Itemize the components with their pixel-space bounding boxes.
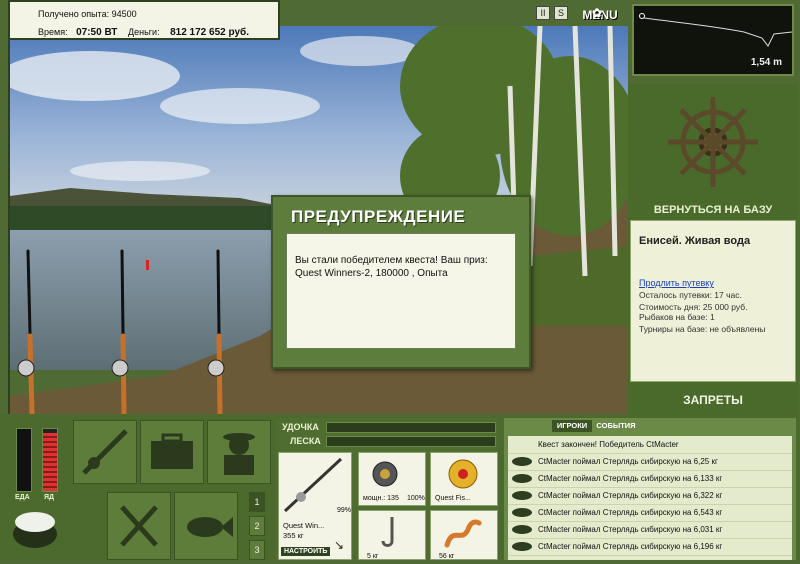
xp-label: Получено опыта: bbox=[38, 9, 110, 19]
reel-percent: 100% bbox=[407, 495, 425, 502]
catch-text: CtMacter поймал Стерлядь сибирскую на 6,… bbox=[538, 508, 723, 517]
food-pot-graphic bbox=[13, 512, 57, 548]
poison-meter bbox=[42, 428, 58, 492]
line-caption: Quest Fis... bbox=[435, 495, 471, 502]
rod-tension-label: УДОЧКА bbox=[282, 422, 319, 432]
tab-events[interactable]: СОБЫТИЯ bbox=[594, 420, 638, 432]
depth-value: 1,54 m bbox=[750, 57, 782, 68]
info-line: Рыбаков на базе: 1 bbox=[639, 312, 715, 322]
food-label: ЕДА bbox=[15, 494, 30, 501]
rod-name: Quest Win... bbox=[283, 521, 325, 530]
rods-button[interactable] bbox=[73, 420, 137, 484]
catch-text: CtMacter поймал Стерлядь сибирскую на 6,… bbox=[538, 474, 723, 483]
reel-caption: мощн.: 135 bbox=[363, 495, 399, 502]
list-item: CtMacter поймал Стерлядь сибирскую на 6,… bbox=[508, 487, 792, 505]
fish-icon bbox=[512, 508, 532, 517]
sound-icon[interactable]: S bbox=[554, 6, 568, 20]
page-1-button[interactable]: 1 bbox=[249, 492, 265, 512]
warning-dialog: ПРЕДУПРЕЖДЕНИЕ Вы стали победителем квес… bbox=[271, 195, 531, 369]
fish-icon bbox=[512, 542, 532, 551]
ship-wheel-icon[interactable] bbox=[663, 92, 763, 192]
cutlery-icon bbox=[120, 505, 158, 547]
info-line: Стоимость дня: 25 000 руб. bbox=[639, 302, 748, 312]
xp-value: 94500 bbox=[111, 9, 137, 19]
events-list: Квест закончен! Победитель CtMacter CtMa… bbox=[508, 436, 792, 560]
cauldron-icon[interactable] bbox=[10, 506, 60, 550]
hook-slot[interactable]: 5 кг bbox=[358, 510, 426, 560]
info-line: Осталось путевки: 17 час. bbox=[639, 290, 742, 300]
catch-text: CtMacter поймал Стерлядь сибирскую на 6,… bbox=[538, 457, 718, 466]
time-label: Время: bbox=[38, 27, 68, 37]
extend-trip-link[interactable]: Продлить путевку bbox=[639, 278, 714, 288]
depth-gauge: 1,54 m bbox=[632, 4, 794, 76]
list-item: Квест закончен! Победитель CtMacter bbox=[508, 436, 792, 454]
fish-keepnet-button[interactable] bbox=[174, 492, 238, 560]
bait-slot[interactable]: 56 кг bbox=[430, 510, 498, 560]
line-spool-icon bbox=[448, 459, 478, 489]
page-2-button[interactable]: 2 bbox=[249, 516, 265, 536]
list-item: CtMacter поймал Стерлядь сибирскую на 6,… bbox=[508, 504, 792, 522]
list-item: CtMacter поймал Стерлядь сибирскую на 6,… bbox=[508, 470, 792, 488]
dialog-title: ПРЕДУПРЕЖДЕНИЕ bbox=[291, 207, 466, 226]
fish-icon bbox=[512, 525, 532, 534]
fisherman-icon bbox=[223, 433, 255, 475]
catch-text: CtMacter поймал Стерлядь сибирскую на 6,… bbox=[538, 542, 723, 551]
catch-text: CtMacter поймал Стерлядь сибирскую на 6,… bbox=[538, 525, 723, 534]
arrow-icon: ↘ bbox=[334, 538, 345, 552]
list-item: CtMacter поймал Стерлядь сибирскую на 6,… bbox=[508, 538, 792, 556]
dialog-message: Вы стали победителем квеста! Ваш приз: Q… bbox=[286, 233, 516, 349]
money-value: 812 172 652 руб. bbox=[170, 27, 249, 38]
reel-slot[interactable]: мощн.: 135 100% bbox=[358, 452, 426, 506]
location-title: Енисей. Живая вода bbox=[639, 235, 751, 247]
rod-tension-bar bbox=[326, 422, 496, 433]
return-to-base-button[interactable]: ВЕРНУТЬСЯ НА БАЗУ bbox=[628, 200, 798, 220]
catch-text: CtMacter поймал Стерлядь сибирскую на 6,… bbox=[538, 491, 723, 500]
money-label: Деньги: bbox=[128, 27, 160, 37]
poison-label: ЯД bbox=[44, 494, 55, 501]
events-tabs: ИГРОКИ СОБЫТИЯ bbox=[504, 418, 796, 434]
pause-icon[interactable]: II bbox=[536, 6, 550, 20]
tab-players[interactable]: ИГРОКИ bbox=[552, 420, 592, 432]
food-meter bbox=[16, 428, 32, 492]
bait-caption: 56 кг bbox=[439, 553, 455, 560]
rod-icon bbox=[82, 429, 128, 475]
list-item: CtMacter поймал Стерлядь сибирскую на 6,… bbox=[508, 453, 792, 471]
fish-icon bbox=[187, 517, 233, 537]
tackle-box-icon bbox=[151, 433, 193, 469]
line-tension-bar bbox=[326, 436, 496, 447]
food-button[interactable] bbox=[107, 492, 171, 560]
worm-bait-icon bbox=[444, 519, 482, 548]
line-slot[interactable]: Quest Fis... bbox=[430, 452, 498, 506]
bans-button[interactable]: ЗАПРЕТЫ bbox=[628, 390, 798, 410]
fish-icon bbox=[512, 491, 532, 500]
location-info: Енисей. Живая вода Продлить путевку Оста… bbox=[630, 220, 796, 382]
reel-icon bbox=[372, 461, 398, 487]
page-3-button[interactable]: 3 bbox=[249, 540, 265, 560]
hook-icon bbox=[381, 517, 394, 547]
line-tension-label: ЛЕСКА bbox=[290, 436, 321, 446]
events-panel: ИГРОКИ СОБЫТИЯ Квест закончен! Победител… bbox=[504, 418, 796, 560]
rod-panel: УДОЧКА ЛЕСКА 99% Quest Win... 355 кг НАС… bbox=[276, 418, 498, 560]
menu-button[interactable]: ✿ MENU bbox=[578, 0, 622, 24]
fish-icon bbox=[512, 474, 532, 483]
fish-icon bbox=[512, 457, 532, 466]
tackle-box-button[interactable] bbox=[140, 420, 204, 484]
setup-button[interactable]: НАСТРОИТЬ bbox=[281, 547, 331, 556]
rod-percent: 99% bbox=[337, 507, 352, 514]
character-button[interactable] bbox=[207, 420, 271, 484]
rod-image bbox=[283, 457, 343, 513]
info-line: Турниры на базе: не объявлены bbox=[639, 324, 766, 334]
stats-panel: Получено опыта: 94500 Время: 07:50 ВТ Де… bbox=[8, 0, 280, 40]
quest-done-text: Квест закончен! Победитель CtMacter bbox=[538, 440, 679, 449]
rod-weight: 355 кг bbox=[283, 531, 304, 540]
hook-caption: 5 кг bbox=[367, 553, 379, 560]
helm-icon: ✿ bbox=[592, 6, 603, 20]
time-value: 07:50 ВТ bbox=[76, 27, 118, 38]
list-item: CtMacter поймал Стерлядь сибирскую на 6,… bbox=[508, 521, 792, 539]
